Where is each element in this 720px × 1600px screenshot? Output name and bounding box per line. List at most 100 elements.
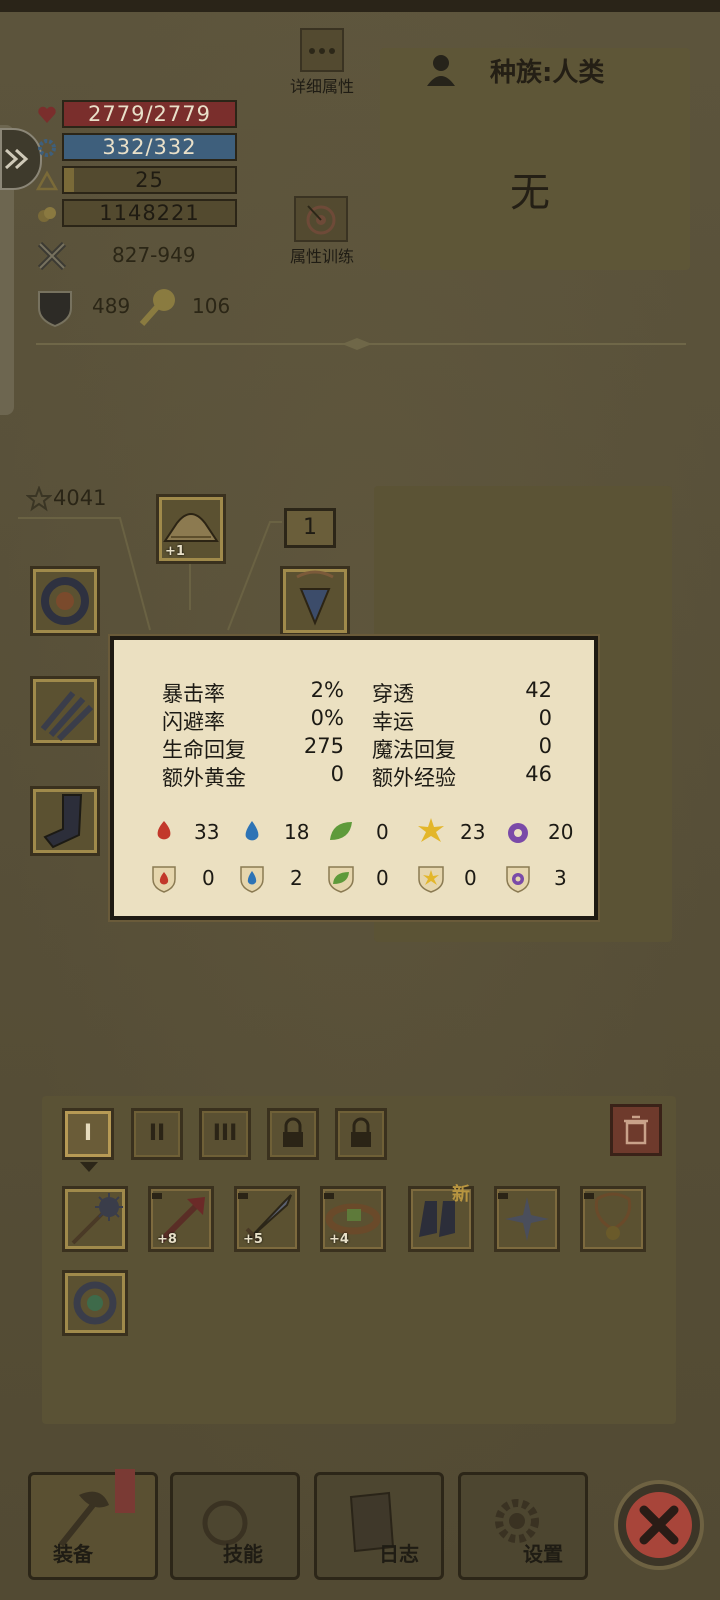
water-resist-value: 2 — [290, 866, 303, 890]
level-triangle-icon — [36, 170, 58, 191]
nav-log[interactable]: 日志 — [314, 1472, 444, 1580]
level-value: 25 — [135, 168, 164, 192]
person-icon — [427, 55, 455, 86]
light-attack-value: 23 — [460, 820, 486, 844]
inventory-tab-3[interactable]: III — [199, 1108, 251, 1160]
stat-label-luck: 幸运 — [372, 710, 414, 734]
fire-resist-icon — [152, 866, 176, 893]
inventory-item-ring[interactable] — [62, 1270, 128, 1336]
nav-equipment-label: 装备 — [53, 1542, 93, 1566]
inventory-item-sword[interactable]: +5 — [234, 1186, 300, 1252]
mace-icon — [71, 1193, 123, 1245]
race-value: 无 — [510, 170, 550, 216]
helmet-slot[interactable]: +1 — [156, 494, 226, 564]
detail-attributes-label: 详细属性 — [289, 77, 354, 96]
stat-value-hp-regen: 275 — [303, 734, 344, 758]
nav-settings[interactable]: 设置 — [458, 1472, 588, 1580]
nav-skills[interactable]: 技能 — [170, 1472, 300, 1580]
inventory-tab-2[interactable]: II — [131, 1108, 183, 1160]
stat-value-penetration: 42 — [525, 678, 552, 702]
stat-value-extra-gold: 0 — [330, 762, 344, 786]
divider-ornament-icon — [342, 338, 372, 350]
tab-selected-marker — [80, 1162, 98, 1172]
amulet-slot[interactable] — [280, 566, 350, 636]
inventory-item-mace[interactable] — [62, 1186, 128, 1252]
lock-icon — [324, 1193, 334, 1199]
gold-value: 1148221 — [99, 201, 200, 225]
gold-bar: 1148221 — [62, 199, 237, 227]
level-bar: 25 — [62, 166, 237, 194]
stat-label-extra-exp: 额外经验 — [372, 766, 456, 790]
nature-resist-value: 0 — [376, 866, 389, 890]
stats-popup[interactable]: 暴击率 2% 闪避率 0% 生命回复 275 额外黄金 0 穿透 42 幸运 0… — [110, 636, 598, 920]
fire-attack-icon — [157, 821, 171, 840]
inventory-tab-locked-5[interactable] — [335, 1108, 387, 1160]
top-border — [0, 0, 720, 12]
fire-attack-value: 33 — [194, 820, 220, 844]
stat-label-mp-regen: 魔法回复 — [372, 738, 456, 762]
trash-icon — [624, 1115, 648, 1145]
target-icon — [294, 196, 348, 242]
heart-icon — [38, 106, 56, 123]
water-resist-icon — [240, 866, 264, 893]
item-plus-label: +8 — [157, 1232, 177, 1247]
nav-settings-label: 设置 — [523, 1542, 563, 1566]
gold-coins-icon — [38, 207, 56, 222]
shield-icon — [38, 291, 72, 328]
inventory-tab-2-label: II — [148, 1121, 166, 1146]
inventory-item-red-axe[interactable]: +8 — [148, 1186, 214, 1252]
defense-value: 489 — [92, 294, 131, 318]
lock-icon — [498, 1193, 508, 1199]
gear-mana-icon — [38, 139, 56, 157]
level-box-value: 1 — [303, 515, 317, 540]
stat-value-extra-exp: 46 — [525, 762, 552, 786]
item-plus-label: +4 — [329, 1232, 349, 1247]
hp-bar: 2779/2779 — [62, 100, 237, 128]
mp-value: 332/332 — [102, 135, 197, 159]
boots-slot[interactable] — [30, 786, 100, 856]
stat-value-crit: 2% — [310, 678, 344, 702]
inventory-item-shuriken[interactable] — [494, 1186, 560, 1252]
nature-attack-value: 0 — [376, 820, 389, 844]
nav-equipment[interactable]: 装备 — [28, 1469, 158, 1580]
dark-resist-icon — [506, 866, 530, 893]
nature-attack-icon — [330, 822, 352, 840]
nav-skills-label: 技能 — [223, 1542, 263, 1566]
close-icon — [639, 1505, 679, 1545]
gloves-slot[interactable] — [30, 676, 100, 746]
padlock-icon — [283, 1117, 303, 1147]
resist-value: 106 — [192, 294, 231, 318]
pendant-icon — [296, 570, 334, 626]
stat-value-mp-regen: 0 — [538, 734, 552, 758]
inventory-item-belt[interactable]: +4 — [320, 1186, 386, 1252]
dark-attack-icon — [508, 823, 528, 843]
inventory-tab-3-label: III — [212, 1121, 238, 1146]
inventory-tab-1[interactable]: I — [62, 1108, 114, 1160]
inventory-tab-locked-4[interactable] — [267, 1108, 319, 1160]
ring-slot[interactable] — [30, 566, 100, 636]
lock-icon — [152, 1193, 162, 1199]
light-resist-icon — [418, 866, 444, 893]
lock-icon — [584, 1193, 594, 1199]
detail-attributes-button[interactable]: 详细属性 — [280, 28, 364, 98]
trash-button[interactable] — [610, 1104, 662, 1156]
stat-label-crit: 暴击率 — [162, 682, 225, 706]
stat-value-luck: 0 — [538, 706, 552, 730]
dots-icon — [300, 28, 344, 72]
level-box[interactable]: 1 — [284, 508, 336, 548]
light-attack-icon — [418, 818, 444, 842]
water-attack-icon — [245, 821, 259, 841]
attribute-training-button[interactable]: 属性训练 — [280, 196, 364, 268]
crossed-swords-icon — [37, 241, 67, 271]
inventory-item-necklace[interactable] — [580, 1186, 646, 1252]
item-plus-label: +5 — [243, 1232, 263, 1247]
light-resist-value: 0 — [464, 866, 477, 890]
race-label: 种族:人类 — [490, 58, 605, 88]
close-button[interactable] — [614, 1480, 704, 1570]
stat-value-dodge: 0% — [310, 706, 344, 730]
attribute-training-label: 属性训练 — [289, 247, 354, 266]
fire-resist-value: 0 — [202, 866, 215, 890]
water-attack-value: 18 — [284, 820, 310, 844]
new-badge: 新 — [452, 1184, 470, 1205]
nature-resist-icon — [328, 866, 354, 893]
